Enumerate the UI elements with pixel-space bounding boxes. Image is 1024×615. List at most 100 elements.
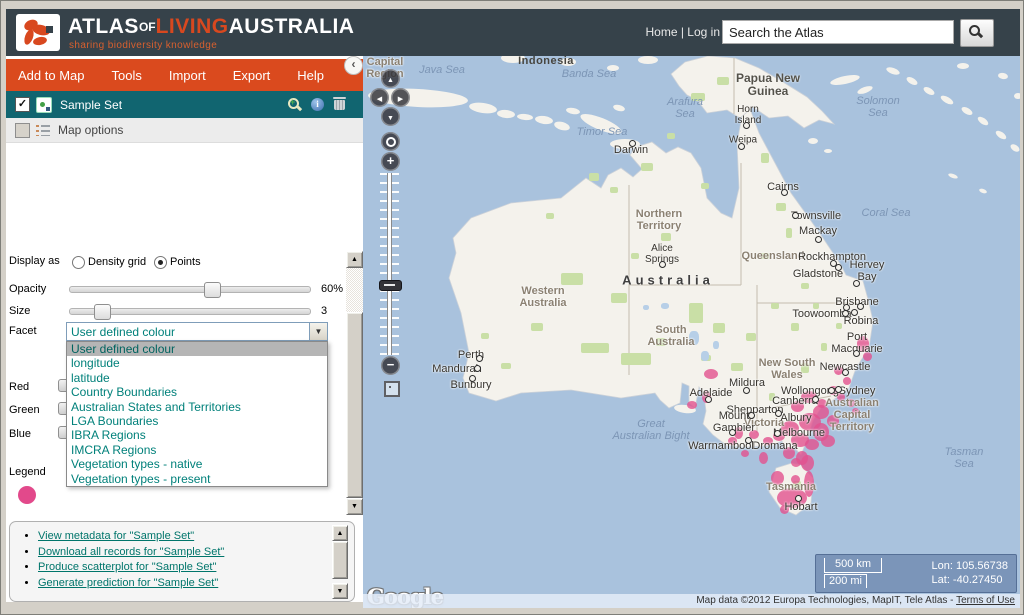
overview-tool-icon[interactable] — [384, 381, 400, 397]
facet-option-user-defined-colour[interactable]: User defined colour — [67, 342, 327, 357]
island — [957, 63, 969, 69]
lake — [701, 351, 709, 361]
info-icon[interactable]: i — [311, 98, 324, 111]
city-marker — [743, 122, 750, 129]
menu-item-tools[interactable]: Tools — [112, 68, 142, 83]
opacity-slider-handle[interactable] — [204, 282, 221, 298]
brand-living: LIVING — [155, 15, 229, 38]
island — [501, 56, 525, 63]
sidebar-collapse-button[interactable]: ‹ — [344, 56, 363, 75]
pan-up-button[interactable]: ▲ — [381, 69, 400, 88]
facet-option-imcra-regions[interactable]: IMCRA Regions — [67, 443, 327, 457]
pan-down-button[interactable]: ▼ — [381, 107, 400, 126]
action-link-produce[interactable]: Produce scatterplot for "Sample Set" — [38, 561, 216, 573]
action-link-download[interactable]: Download all records for "Sample Set" — [38, 546, 224, 558]
sample-point — [821, 435, 835, 447]
park-patch — [691, 93, 705, 101]
panel-scrollbar-down-button[interactable]: ▼ — [332, 583, 348, 599]
park-patch — [481, 333, 489, 339]
layer-row-sample-set[interactable]: ✓ Sample Set + i — [6, 91, 363, 118]
layer-row-map-options[interactable]: Map options — [6, 118, 363, 143]
scrollbar-track[interactable] — [346, 268, 363, 312]
island — [554, 121, 570, 131]
island — [940, 95, 954, 105]
island — [517, 113, 533, 121]
chevron-left-icon: ‹ — [351, 57, 356, 71]
zoom-in-button[interactable]: + — [381, 152, 400, 171]
scrollbar-down-button[interactable]: ▼ — [346, 498, 363, 515]
city-marker — [828, 387, 835, 394]
ala-logo[interactable] — [16, 14, 60, 51]
sample-point — [728, 437, 737, 445]
legend-swatch — [18, 486, 36, 504]
menu-item-import[interactable]: Import — [169, 68, 206, 83]
layer-label: Sample Set — [60, 98, 123, 112]
facet-option-ibra-regions[interactable]: IBRA Regions — [67, 428, 327, 442]
pan-left-button[interactable]: ◀ — [370, 88, 389, 107]
panel-scrollbar-thumb[interactable] — [332, 541, 348, 579]
map-options-checkbox[interactable] — [15, 123, 30, 138]
sample-point — [791, 401, 804, 412]
menu-item-export[interactable]: Export — [233, 68, 271, 83]
map-canvas[interactable]: Indonesia Java Sea Banda Sea Arafura Sea Tim… — [363, 56, 1020, 608]
action-link-view[interactable]: View metadata for "Sample Set" — [38, 530, 194, 542]
zoom-slider-handle[interactable] — [379, 280, 402, 292]
facet-label: Facet — [9, 325, 37, 337]
facet-option-vegetation-types-present[interactable]: Vegetation types - present — [67, 472, 327, 486]
facet-option-latitude[interactable]: latitude — [67, 371, 327, 385]
park-patch — [761, 253, 769, 259]
facet-select[interactable]: User defined colour ▼ — [66, 322, 328, 341]
points-radio[interactable] — [154, 256, 167, 269]
scrollbar-thumb[interactable] — [346, 312, 363, 498]
action-link-generate[interactable]: Generate prediction for "Sample Set" — [38, 577, 218, 589]
sample-set-checkbox[interactable]: ✓ — [15, 97, 30, 112]
trash-icon[interactable] — [333, 97, 346, 110]
density-grid-label[interactable]: Density grid — [88, 256, 146, 268]
brand-of: OF — [138, 20, 156, 34]
city-marker — [629, 140, 636, 147]
search-button[interactable] — [960, 19, 994, 47]
recenter-button[interactable] — [381, 132, 400, 151]
display-as-label: Display as — [9, 255, 60, 267]
zoom-to-extent-icon[interactable]: + — [287, 97, 302, 117]
park-patch — [611, 293, 627, 303]
city-marker — [857, 303, 864, 310]
facet-option-australian-states-and-territories[interactable]: Australian States and Territories — [67, 400, 327, 414]
pan-right-button[interactable]: ▶ — [391, 88, 410, 107]
island — [923, 87, 935, 95]
city-marker — [738, 143, 745, 150]
density-grid-radio[interactable] — [72, 256, 85, 269]
layer-actions-panel: View metadata for "Sample Set" Download a… — [9, 521, 355, 602]
city-marker — [774, 430, 781, 437]
sidebar-footer-strip — [6, 602, 363, 608]
search-input[interactable] — [722, 20, 954, 44]
facet-option-country-boundaries[interactable]: Country Boundaries — [67, 385, 327, 399]
island — [998, 72, 1008, 80]
park-patch — [769, 393, 775, 401]
menu-item-add-to-map[interactable]: Add to Map — [18, 68, 85, 83]
zoom-slider-track[interactable] — [380, 173, 399, 355]
size-slider-handle[interactable] — [93, 304, 111, 320]
size-value: 3 — [321, 305, 328, 317]
chevron-down-icon[interactable]: ▼ — [309, 323, 327, 340]
city-marker — [853, 280, 860, 287]
opacity-value: 60% — [321, 283, 344, 295]
points-label[interactable]: Points — [170, 256, 201, 268]
island — [857, 86, 873, 94]
menu-item-help[interactable]: Help — [297, 68, 324, 83]
scrollbar-up-button[interactable]: ▲ — [346, 251, 363, 268]
zoom-out-button[interactable]: − — [381, 356, 400, 375]
park-patch — [821, 343, 827, 351]
island — [613, 104, 625, 112]
opacity-slider-track[interactable] — [69, 286, 311, 293]
header-nav-links[interactable]: Home | Log in — [646, 25, 721, 39]
facet-option-lga-boundaries[interactable]: LGA Boundaries — [67, 414, 327, 428]
island — [497, 109, 515, 119]
panel-scrollbar-up-button[interactable]: ▲ — [332, 525, 348, 541]
park-patch — [641, 163, 653, 171]
facet-option-vegetation-types-native[interactable]: Vegetation types - native — [67, 457, 327, 471]
terms-of-use-link[interactable]: Terms of Use — [956, 595, 1015, 606]
facet-option-longitude[interactable]: longitude — [67, 356, 327, 370]
island — [1010, 144, 1020, 152]
city-marker — [745, 437, 752, 444]
